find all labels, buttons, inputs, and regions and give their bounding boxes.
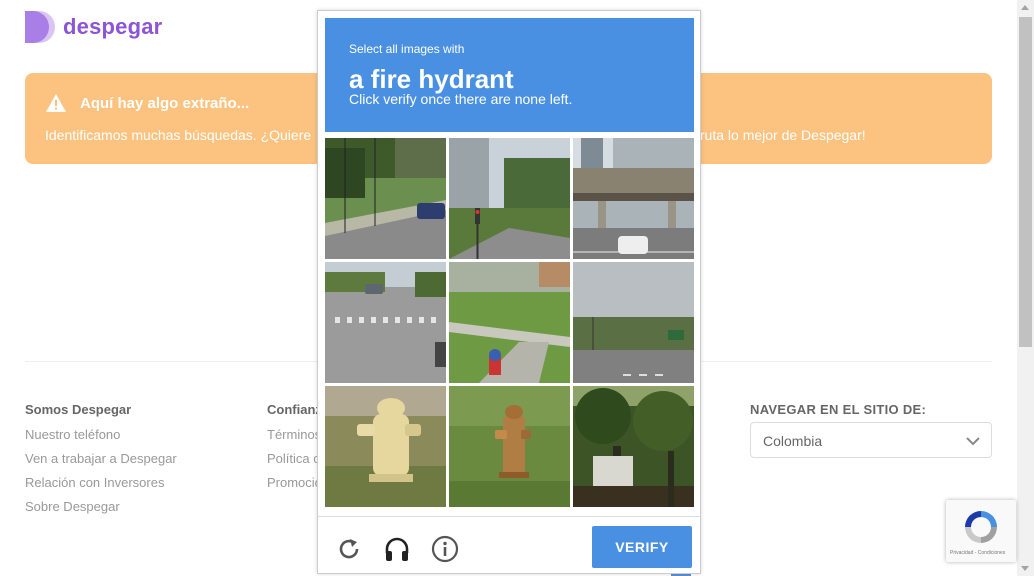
chevron-down-icon (965, 433, 981, 452)
verify-button[interactable]: VERIFY (592, 526, 692, 568)
logo-text: despegar (63, 14, 163, 39)
captcha-tile-8[interactable] (449, 386, 570, 507)
captcha-challenge: Select all images with a fire hydrant Cl… (317, 10, 701, 574)
headphones-icon[interactable] (383, 535, 411, 563)
captcha-footer: VERIFY (318, 516, 700, 573)
footer-link-telefono[interactable]: Nuestro teléfono (25, 427, 177, 442)
captcha-grid (325, 138, 694, 507)
footer-link-politica[interactable]: Política c (267, 451, 322, 466)
captcha-header: Select all images with a fire hydrant Cl… (325, 18, 694, 132)
nav-site-title: NAVEGAR EN EL SITIO DE: (750, 402, 927, 417)
captcha-tile-5[interactable] (449, 262, 570, 383)
footer-col-title: Confianz (267, 402, 322, 417)
info-icon[interactable] (431, 535, 459, 563)
captcha-instruction-small: Select all images with (349, 42, 465, 56)
scroll-up-arrow[interactable] (1021, 5, 1029, 10)
captcha-tile-2[interactable] (449, 138, 570, 259)
captcha-tile-9[interactable] (573, 386, 694, 507)
footer-col-somos: Somos Despegar Nuestro teléfono Ven a tr… (25, 402, 177, 523)
warning-icon (45, 93, 67, 118)
country-select-value: Colombia (763, 433, 823, 449)
captcha-tile-4[interactable] (325, 262, 446, 383)
footer-col-confianza: Confianz Términos Política c Promocio (267, 402, 322, 499)
captcha-tile-3[interactable] (573, 138, 694, 259)
logo-mark-icon (25, 11, 57, 43)
scroll-thumb[interactable] (1019, 17, 1032, 347)
recaptcha-badge-text[interactable]: Privacidad - Condiciones (950, 550, 1005, 556)
banner-text-right: fruta lo mejor de Despegar! (696, 127, 866, 143)
captcha-instruction-after: Click verify once there are none left. (349, 91, 573, 107)
footer-col-title: Somos Despegar (25, 402, 132, 417)
scroll-down-arrow[interactable] (1021, 566, 1029, 571)
captcha-tile-7[interactable] (325, 386, 446, 507)
page: despegar Aquí hay algo extraño... Identi… (0, 0, 1034, 576)
recaptcha-badge[interactable]: Privacidad - Condiciones (946, 500, 1016, 562)
reload-icon[interactable] (335, 535, 363, 563)
footer-link-inversores[interactable]: Relación con Inversores (25, 475, 177, 490)
banner-text-left: Identificamos muchas búsquedas. ¿Quiere (45, 127, 312, 143)
country-select[interactable]: Colombia (750, 422, 992, 458)
recaptcha-logo-icon (962, 508, 1000, 551)
captcha-tile-1[interactable] (325, 138, 446, 259)
banner-title: Aquí hay algo extraño... (80, 95, 250, 112)
footer-link-sobre[interactable]: Sobre Despegar (25, 499, 177, 514)
page-scrollbar[interactable] (1017, 0, 1034, 576)
footer-link-trabajar[interactable]: Ven a trabajar a Despegar (25, 451, 177, 466)
despegar-logo[interactable]: despegar (25, 11, 162, 43)
footer-link-terminos[interactable]: Términos (267, 427, 322, 442)
footer-link-promociones[interactable]: Promocio (267, 475, 322, 490)
captcha-tile-6[interactable] (573, 262, 694, 383)
